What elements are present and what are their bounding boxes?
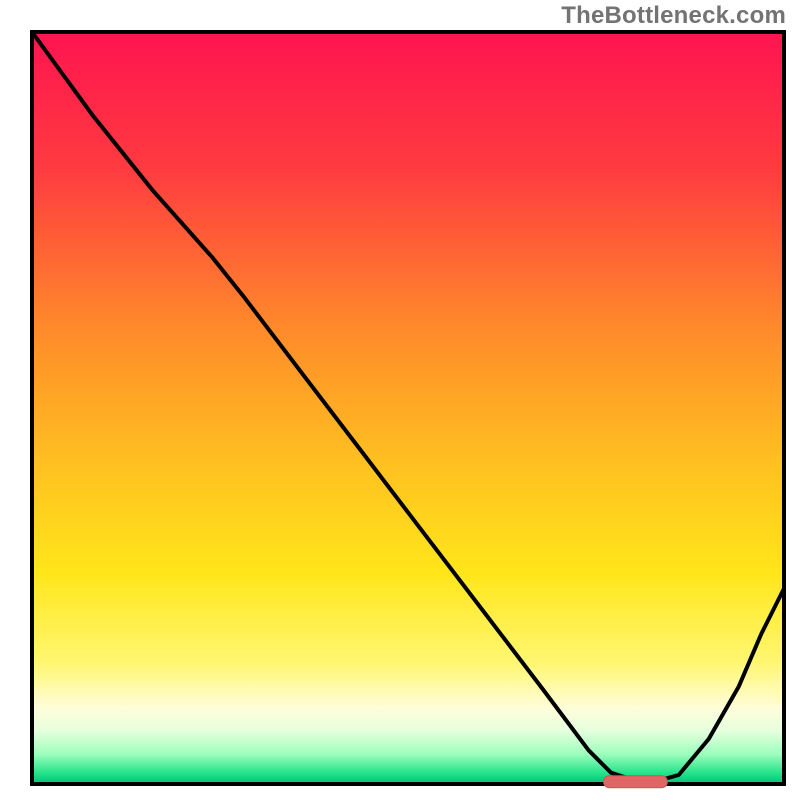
watermark-text: TheBottleneck.com (561, 2, 786, 30)
plot-background (32, 32, 784, 784)
bottleneck-chart (0, 0, 800, 800)
chart-container: TheBottleneck.com (0, 0, 800, 800)
optimal-range-marker (604, 776, 668, 788)
